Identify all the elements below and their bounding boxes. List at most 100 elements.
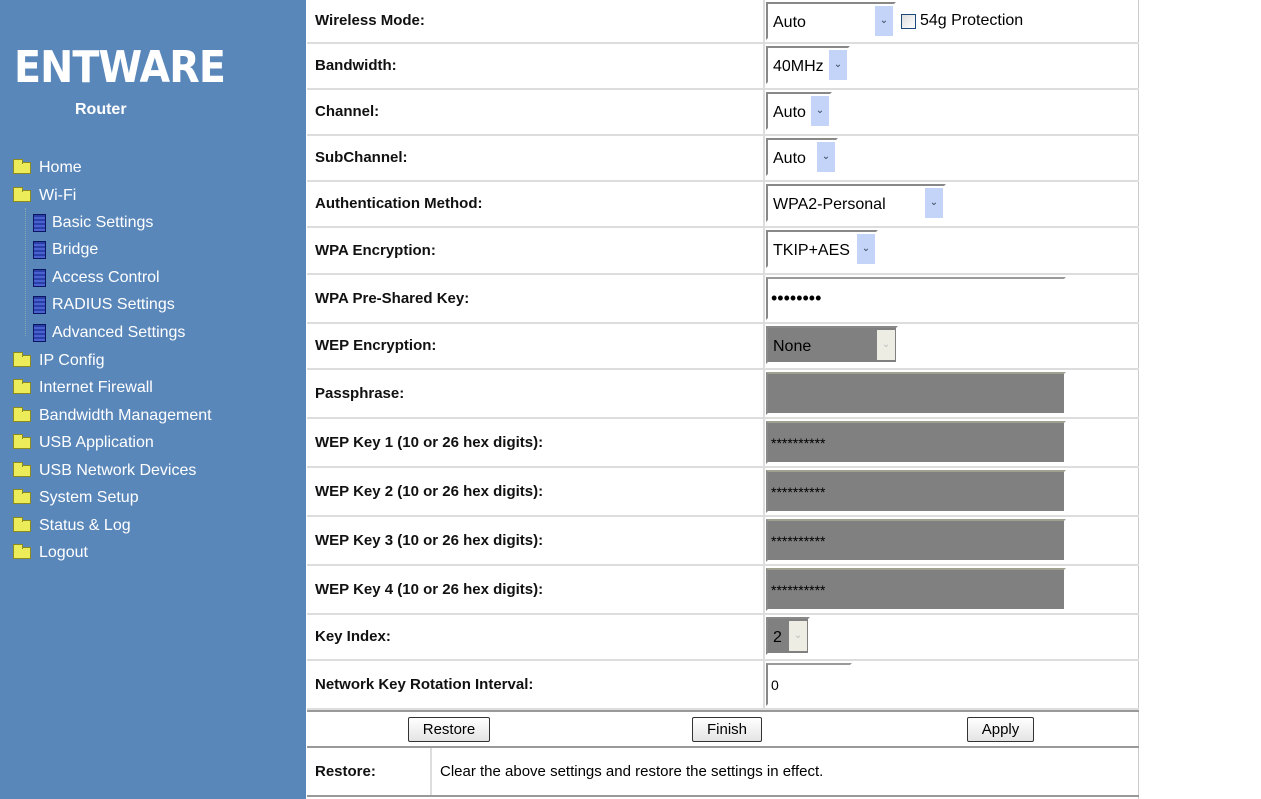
field-label: SubChannel:: [315, 149, 408, 166]
select-value: Auto: [773, 150, 806, 167]
chevron-down-icon: ⌄: [877, 330, 895, 360]
select-dropdown[interactable]: WPA2-Personal ⌄: [766, 184, 946, 222]
logo: ENTWARE: [14, 42, 226, 93]
sidebar-item[interactable]: IP Config: [13, 352, 105, 370]
select-value: 2: [773, 629, 782, 646]
form-row: WPA Encryption: TKIP+AES ⌄: [307, 228, 1139, 275]
field-label: WEP Encryption:: [315, 337, 437, 354]
select-value: Auto: [773, 104, 806, 121]
field-cell: ••••••••: [763, 275, 1139, 322]
select-value: Auto: [773, 14, 806, 31]
form-row: WEP Key 2 (10 or 26 hex digits): ********…: [307, 468, 1139, 517]
select-dropdown[interactable]: Auto ⌄: [766, 138, 838, 176]
form-row: Bandwidth: 40MHz ⌄: [307, 44, 1139, 90]
input-value: **********: [771, 483, 826, 500]
sidebar-item[interactable]: System Setup: [13, 489, 139, 507]
password-input[interactable]: ••••••••: [766, 277, 1066, 320]
folder-icon: [13, 352, 31, 367]
text-input: [766, 372, 1066, 415]
sidebar-item[interactable]: USB Network Devices: [13, 462, 196, 480]
settings-form: Wireless Mode: Auto ⌄ 54g Protection Bandwid…: [307, 0, 1139, 799]
select-value: TKIP+AES: [773, 242, 850, 259]
field-label: Network Key Rotation Interval:: [315, 675, 534, 693]
text-input: **********: [766, 421, 1066, 464]
sidebar-item[interactable]: Wi-Fi: [13, 187, 76, 205]
apply-button[interactable]: Apply: [967, 717, 1034, 742]
form-row: Channel: Auto ⌄: [307, 90, 1139, 136]
restore-button[interactable]: Restore: [408, 717, 490, 742]
form-row: Wireless Mode: Auto ⌄ 54g Protection: [307, 0, 1139, 44]
field-label: WEP Key 4 (10 or 26 hex digits):: [315, 580, 544, 598]
field-cell: Auto ⌄: [763, 90, 1139, 134]
sidebar-item-label: Status & Log: [39, 517, 131, 534]
form-row: Authentication Method: WPA2-Personal ⌄: [307, 182, 1139, 228]
page-icon: [33, 214, 46, 232]
form-row: WEP Key 3 (10 or 26 hex digits): ********…: [307, 517, 1139, 566]
text-input[interactable]: 0: [766, 663, 852, 706]
chevron-down-icon: ⌄: [857, 234, 875, 264]
sidebar-item[interactable]: Advanced Settings: [33, 324, 185, 342]
folder-open-icon: [13, 187, 31, 202]
input-value: ••••••••: [771, 288, 822, 308]
field-label: Key Index:: [315, 628, 391, 645]
select-value: 40MHz: [773, 58, 824, 75]
field-label: Bandwidth:: [315, 57, 397, 74]
sidebar-item[interactable]: Home: [13, 159, 82, 177]
chevron-down-icon: ⌄: [829, 50, 847, 80]
form-row: Passphrase:: [307, 370, 1139, 419]
help-row: Restore: Clear the above settings and re…: [307, 748, 1139, 797]
field-cell: 2 ⌄: [763, 615, 1139, 659]
select-dropdown[interactable]: 40MHz ⌄: [766, 46, 850, 84]
sidebar-item[interactable]: Bandwidth Management: [13, 407, 212, 425]
field-label: WEP Key 1 (10 or 26 hex digits):: [315, 433, 544, 451]
text-input: **********: [766, 568, 1066, 611]
page-icon: [33, 324, 46, 342]
field-cell: **********: [763, 419, 1139, 466]
sidebar-item[interactable]: Logout: [13, 544, 88, 562]
select-dropdown: 2 ⌄: [766, 617, 810, 655]
sidebar-item-label: Internet Firewall: [39, 379, 153, 396]
field-cell: 40MHz ⌄: [763, 44, 1139, 88]
sidebar-item-label: Home: [39, 159, 82, 176]
sidebar-item[interactable]: RADIUS Settings: [33, 296, 175, 314]
page-icon: [33, 296, 46, 314]
folder-icon: [13, 434, 31, 449]
field-cell: **********: [763, 517, 1139, 564]
sidebar-item-label: System Setup: [39, 489, 139, 506]
field-cell: TKIP+AES ⌄: [763, 228, 1139, 273]
field-label: Wireless Mode:: [315, 12, 425, 29]
input-value: **********: [771, 532, 826, 549]
folder-icon: [13, 489, 31, 504]
sidebar-item[interactable]: Basic Settings: [33, 214, 153, 232]
sidebar-item[interactable]: Internet Firewall: [13, 379, 153, 397]
page-icon: [33, 241, 46, 259]
folder-icon: [13, 544, 31, 559]
folder-icon: [13, 379, 31, 394]
sidebar-item-label: Wi-Fi: [39, 187, 77, 204]
select-dropdown[interactable]: Auto ⌄: [766, 2, 896, 40]
folder-icon: [13, 517, 31, 532]
54g-protection-checkbox[interactable]: 54g Protection: [901, 12, 1023, 30]
finish-button[interactable]: Finish: [692, 717, 762, 742]
select-value: None: [773, 338, 812, 355]
tree-line: [25, 208, 26, 336]
chevron-down-icon: ⌄: [875, 6, 893, 36]
folder-icon: [13, 159, 31, 174]
sidebar-item[interactable]: Status & Log: [13, 517, 131, 535]
select-dropdown[interactable]: Auto ⌄: [766, 92, 832, 130]
field-label: WPA Pre-Shared Key:: [315, 289, 470, 307]
sidebar-item[interactable]: Access Control: [33, 269, 160, 287]
select-dropdown[interactable]: TKIP+AES ⌄: [766, 230, 878, 268]
field-cell: Auto ⌄: [763, 136, 1139, 180]
chevron-down-icon: ⌄: [925, 188, 943, 218]
form-row: WPA Pre-Shared Key: ••••••••: [307, 275, 1139, 324]
chevron-down-icon: ⌄: [789, 621, 807, 651]
form-row: WEP Key 1 (10 or 26 hex digits): ********…: [307, 419, 1139, 468]
sidebar-item[interactable]: USB Application: [13, 434, 154, 452]
checkbox-box[interactable]: [901, 13, 916, 29]
sidebar-item-label: Bandwidth Management: [39, 407, 212, 424]
field-cell: None ⌄: [763, 324, 1139, 368]
chevron-down-icon: ⌄: [811, 96, 829, 126]
sidebar-item[interactable]: Bridge: [33, 241, 98, 259]
sidebar: ENTWARE Router Home Wi-Fi Basic Settings Br…: [0, 0, 306, 799]
